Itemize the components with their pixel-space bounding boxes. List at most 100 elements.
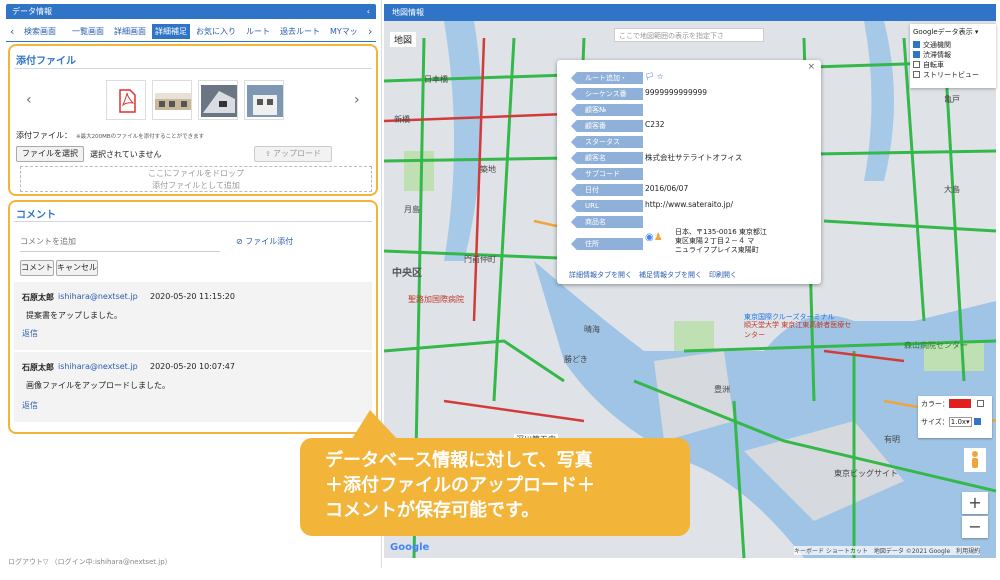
open-detail-tab-link[interactable]: 詳細情報タブを開く [569, 271, 632, 279]
file-drop-zone[interactable]: ここにファイルをドロップ 添付ファイルとして追加 [20, 166, 372, 192]
layer-option-label: 自転車 [923, 61, 944, 69]
callout-line: ＋添付ファイルのアップロード＋ [325, 475, 595, 496]
popup-links: 詳細情報タブを開く 補足情報タブを開く 印刷開く [569, 270, 737, 280]
open-supplement-tab-link[interactable]: 補足情報タブを開く [639, 271, 702, 279]
tab-my-map[interactable]: MYマッ [330, 26, 358, 37]
chevron-down-icon[interactable]: ▾ [975, 28, 979, 36]
place-label: 晴海 [584, 325, 600, 334]
pdf-file-thumb[interactable] [106, 80, 146, 120]
checkbox-checked-icon[interactable] [913, 41, 920, 48]
cancel-comment-button[interactable]: キャンセル [56, 260, 98, 276]
submit-comment-button[interactable]: コメント [20, 260, 54, 276]
zoom-in-button[interactable]: + [962, 492, 988, 514]
address-line: 東区東陽２丁目２－４ マ [675, 237, 755, 245]
comment-email[interactable]: ishihara@nextset.jp [58, 292, 138, 301]
popup-field-label: スタータス [571, 136, 643, 148]
tab-list[interactable]: 一覧画面 [72, 26, 104, 37]
street-view-pegman-icon[interactable] [964, 448, 986, 472]
attachment-title: 添付ファイル [16, 56, 76, 67]
marker-style-panel: カラー： サイズ： 1.0x▾ [918, 396, 992, 438]
size-checkbox[interactable] [973, 418, 981, 425]
popup-field-label: シーケンス番 [571, 88, 643, 100]
thumbs-prev-icon[interactable]: ‹ [26, 92, 32, 108]
tab-search[interactable]: 検索画面 [24, 26, 56, 37]
popup-field-value[interactable]: http://www.sateraito.jp/ [645, 200, 733, 209]
layer-bicycle-option[interactable]: 自転車 [913, 60, 993, 70]
address-line: 日本、〒135-0016 東京都江 [675, 228, 767, 236]
attachment-label: 添付ファイル： [16, 131, 72, 140]
size-select[interactable]: 1.0x▾ [948, 417, 972, 427]
place-label: 月島 [404, 205, 420, 214]
layer-traffic-option[interactable]: 渋滞情報 [913, 50, 993, 60]
popup-field-value: 株式会社サテライトオフィス [645, 153, 743, 162]
place-label: 門前仲町 [464, 255, 496, 264]
thumbs-next-icon[interactable]: › [354, 92, 360, 108]
tab-favorites[interactable]: お気に入り [196, 26, 236, 37]
collapse-left-icon[interactable]: ‹ [367, 4, 370, 19]
checkbox-icon[interactable] [913, 71, 920, 78]
tab-detail[interactable]: 詳細画面 [114, 26, 146, 37]
layer-streetview-option[interactable]: ストリートビュー [913, 70, 993, 80]
logout-status-footer[interactable]: ログアウト▽ （ログイン中:ishihara@nextset.jp） [8, 557, 172, 567]
size-select-value: 1.0x [950, 418, 967, 426]
choose-file-button[interactable]: ファイルを選択 [16, 146, 84, 162]
layer-option-label: 交通機関 [923, 41, 951, 49]
data-panel-title: データ情報 [12, 7, 52, 16]
reply-link[interactable]: 返信 [22, 400, 38, 411]
callout-line: データベース情報に対して、写真 [325, 450, 593, 471]
photo-thumb-3[interactable] [244, 80, 284, 120]
google-data-panel: Googleデータ表示 ▾ 交通機関 渋滞情報 自転車 ストリートビュー [910, 24, 996, 88]
attach-file-link[interactable]: ⊘ ファイル添付 [236, 236, 293, 247]
popup-field-label: 住所 [571, 238, 643, 250]
data-panel-header: データ情報 ‹ [6, 4, 376, 19]
comment-author: 石原太郎 [22, 363, 54, 372]
pdf-icon [119, 89, 136, 113]
checkbox-checked-icon[interactable] [913, 51, 920, 58]
popup-field-label: 商品名 [571, 216, 643, 228]
google-maps-pin-icon[interactable]: ◉♟ [645, 232, 663, 243]
comment-item: 石原太郎 ishihara@nextset.jp 2020-05-20 10:0… [14, 352, 372, 422]
close-icon[interactable]: × [807, 62, 815, 72]
map-panel-title: 地図情報 [392, 8, 424, 17]
zoom-out-button[interactable]: − [962, 516, 988, 538]
comment-author: 石原太郎 [22, 293, 54, 302]
popup-field-label: 顧客名 [571, 152, 643, 164]
popup-field-label: 顧客№ [571, 104, 643, 116]
comment-email[interactable]: ishihara@nextset.jp [58, 362, 138, 371]
route-flag-star-icons[interactable]: 🏳 ☆ [645, 72, 664, 81]
google-data-title: Googleデータ表示 [913, 28, 973, 36]
paperclip-icon: ⊘ [236, 237, 246, 246]
photo-thumb-2[interactable] [198, 80, 238, 120]
tabs-next-icon[interactable]: › [368, 25, 372, 38]
map-attribution[interactable]: キーボード ショートカット 地図データ ©2021 Google 利用規約 [794, 546, 981, 555]
map-type-toggle[interactable]: 地図 [390, 32, 417, 47]
comment-time: 2020-05-20 11:15:20 [150, 292, 235, 301]
upload-button-label: アップロード [273, 149, 322, 158]
place-label: 日本橋 [424, 75, 448, 84]
drop-zone-line2: 添付ファイルとして追加 [152, 181, 240, 190]
checkbox-icon[interactable] [913, 61, 920, 68]
popup-field-label: 日付 [571, 184, 643, 196]
tab-past-route[interactable]: 過去ルート [280, 26, 320, 37]
popup-field-value: 9999999999999 [645, 88, 708, 97]
reply-link[interactable]: 返信 [22, 328, 38, 339]
tab-route[interactable]: ルート [246, 26, 270, 37]
photo-thumb-1[interactable] [152, 80, 192, 120]
tab-detail-supplement[interactable]: 詳細補足 [152, 24, 190, 39]
popup-field-label: URL [571, 200, 643, 212]
place-label: 豊洲 [714, 385, 730, 394]
color-swatch[interactable] [949, 399, 971, 408]
google-logo: Google [390, 542, 430, 553]
comment-text: 画像ファイルをアップロードしました。 [26, 381, 170, 390]
layer-transit-option[interactable]: 交通機関 [913, 40, 993, 50]
place-label: 聖路加国際病院 [408, 295, 464, 304]
comment-input[interactable]: コメントを追加 [20, 236, 220, 252]
tabs-prev-icon[interactable]: ‹ [10, 25, 14, 38]
color-checkbox[interactable] [977, 400, 985, 407]
upload-button[interactable]: ⇪ アップロード [254, 146, 332, 162]
place-label: 順天堂大学 東京江東高齢者医療センター [744, 321, 852, 339]
upload-icon: ⇪ [264, 150, 274, 158]
open-print-link[interactable]: 印刷開く [709, 271, 737, 279]
map-search-input[interactable]: ここで地図範囲の表示を指定下さ [614, 28, 764, 42]
drop-zone-line1: ここにファイルをドロップ [148, 169, 244, 178]
